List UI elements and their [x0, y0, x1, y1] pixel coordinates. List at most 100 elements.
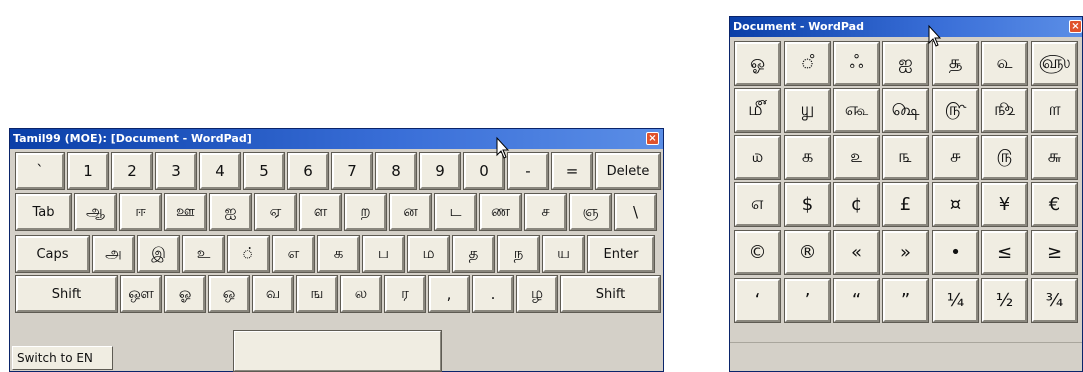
symbol-key-r4-c4[interactable]: •	[932, 230, 979, 275]
key-r0-c3[interactable]: 3	[155, 152, 197, 190]
symbol-key-r1-c2[interactable]: ௷	[833, 88, 880, 133]
palette-title-bar[interactable]: Document - WordPad	[730, 17, 1082, 37]
symbol-key-r1-c4[interactable]: ௹	[932, 88, 979, 133]
key-r0-c7[interactable]: 7	[331, 152, 373, 190]
key-r0-c12[interactable]: =	[551, 152, 593, 190]
key-r3-c3[interactable]: ஒ	[208, 275, 250, 313]
symbol-key-r2-c2[interactable]: ௨	[833, 135, 880, 180]
key-r3-c7[interactable]: ர	[384, 275, 426, 313]
delete-key[interactable]: Delete	[595, 152, 661, 190]
shift-key[interactable]: Shift	[560, 275, 661, 313]
key-r1-c10[interactable]: ண	[479, 193, 522, 231]
symbol-key-r1-c3[interactable]: ௸	[882, 88, 929, 133]
space-key[interactable]	[233, 330, 442, 372]
key-r3-c9[interactable]: .	[472, 275, 514, 313]
key-r1-c7[interactable]: ற	[344, 193, 387, 231]
symbol-key-r0-c5[interactable]: ௳	[981, 41, 1028, 86]
key-r0-c1[interactable]: 1	[67, 152, 109, 190]
symbol-key-r4-c5[interactable]: ≤	[981, 230, 1028, 275]
symbol-key-r4-c6[interactable]: ≥	[1031, 230, 1078, 275]
switch-to-en-button[interactable]: Switch to EN	[12, 346, 113, 370]
symbol-key-r3-c2[interactable]: ¢	[833, 182, 880, 227]
key-r0-c4[interactable]: 4	[199, 152, 241, 190]
symbol-key-r0-c6[interactable]: ௵	[1031, 41, 1078, 86]
symbol-key-r2-c6[interactable]: ௬	[1031, 135, 1078, 180]
mouse-pointer-icon	[496, 136, 510, 159]
key-r0-c8[interactable]: 8	[375, 152, 417, 190]
symbol-key-r5-c1[interactable]: ’	[784, 278, 831, 323]
key-r0-c5[interactable]: 5	[243, 152, 285, 190]
key-r0-c11[interactable]: -	[507, 152, 549, 190]
symbol-key-r4-c0[interactable]: ©	[734, 230, 781, 275]
symbol-key-r2-c1[interactable]: ௧	[784, 135, 831, 180]
symbol-key-r5-c4[interactable]: ¼	[932, 278, 979, 323]
key-r1-c8[interactable]: ன	[389, 193, 432, 231]
symbol-key-r3-c1[interactable]: $	[784, 182, 831, 227]
symbol-key-r1-c0[interactable]: ௴	[734, 88, 781, 133]
symbol-key-r4-c2[interactable]: «	[833, 230, 880, 275]
key-r3-c6[interactable]: ல	[340, 275, 382, 313]
key-r2-c4[interactable]: ்	[227, 235, 270, 273]
key-r2-c11[interactable]: ய	[542, 235, 585, 273]
close-icon[interactable]: ×	[646, 132, 659, 145]
symbol-key-r4-c3[interactable]: »	[882, 230, 929, 275]
key-r3-c4[interactable]: வ	[252, 275, 294, 313]
key-r1-c3[interactable]: ஊ	[164, 193, 207, 231]
symbol-key-r2-c3[interactable]: ௩	[882, 135, 929, 180]
key-r0-c9[interactable]: 9	[419, 152, 461, 190]
symbol-key-r0-c1[interactable]: ஂ	[784, 41, 831, 86]
key-r2-c5[interactable]: எ	[272, 235, 315, 273]
key-r1-c5[interactable]: ஏ	[254, 193, 297, 231]
key-r0-c2[interactable]: 2	[111, 152, 153, 190]
symbol-key-r3-c0[interactable]: ௭	[734, 182, 781, 227]
key-r3-c5[interactable]: ங	[296, 275, 338, 313]
key-r2-c2[interactable]: இ	[137, 235, 180, 273]
key-r1-c2[interactable]: ஈ	[119, 193, 162, 231]
key-r0-c6[interactable]: 6	[287, 152, 329, 190]
key-r1-c9[interactable]: ட	[434, 193, 477, 231]
symbol-key-r1-c1[interactable]: ௶	[784, 88, 831, 133]
key-r1-c13[interactable]: \	[614, 193, 657, 231]
symbol-key-r5-c6[interactable]: ¾	[1031, 278, 1078, 323]
symbol-key-r5-c5[interactable]: ½	[981, 278, 1028, 323]
keyboard-title-bar[interactable]: Tamil99 (MOE): [Document - WordPad]	[10, 129, 663, 149]
symbol-key-r5-c3[interactable]: ”	[882, 278, 929, 323]
symbol-key-r3-c3[interactable]: £	[882, 182, 929, 227]
symbol-key-r4-c1[interactable]: ®	[784, 230, 831, 275]
key-r1-c1[interactable]: ஆ	[74, 193, 117, 231]
symbol-key-r1-c6[interactable]: ௱	[1031, 88, 1078, 133]
key-r3-c1[interactable]: ஔ	[120, 275, 162, 313]
symbol-key-r2-c0[interactable]: ௰	[734, 135, 781, 180]
symbol-key-r3-c5[interactable]: ¥	[981, 182, 1028, 227]
symbol-key-r0-c2[interactable]: ஃ	[833, 41, 880, 86]
symbol-key-r2-c4[interactable]: ௪	[932, 135, 979, 180]
key-r2-c1[interactable]: அ	[92, 235, 135, 273]
key-r3-c2[interactable]: ஓ	[164, 275, 206, 313]
key-r2-c7[interactable]: ப	[362, 235, 405, 273]
key-r1-c12[interactable]: ஞ	[569, 193, 612, 231]
key-r3-c10[interactable]: ழ	[516, 275, 558, 313]
caps-lock-key[interactable]: Caps	[15, 235, 90, 273]
close-icon[interactable]: ×	[1069, 20, 1082, 33]
key-r1-c4[interactable]: ஐ	[209, 193, 252, 231]
enter-key[interactable]: Enter	[587, 235, 655, 273]
symbol-key-r5-c2[interactable]: “	[833, 278, 880, 323]
key-r2-c8[interactable]: ம	[407, 235, 450, 273]
key-r0-c0[interactable]: `	[15, 152, 65, 190]
symbol-key-r2-c5[interactable]: ௫	[981, 135, 1028, 180]
key-r2-c10[interactable]: ந	[497, 235, 540, 273]
tab-key[interactable]: Tab	[15, 193, 72, 231]
key-r2-c6[interactable]: க	[317, 235, 360, 273]
shift-key[interactable]: Shift	[15, 275, 118, 313]
key-r2-c3[interactable]: உ	[182, 235, 225, 273]
key-r1-c11[interactable]: ச	[524, 193, 567, 231]
key-r1-c6[interactable]: ள	[299, 193, 342, 231]
symbol-key-r0-c3[interactable]: ஐ	[882, 41, 929, 86]
symbol-key-r0-c0[interactable]: ஓ	[734, 41, 781, 86]
key-r3-c8[interactable]: ,	[428, 275, 470, 313]
symbol-key-r3-c6[interactable]: €	[1031, 182, 1078, 227]
symbol-key-r1-c5[interactable]: ௺	[981, 88, 1028, 133]
key-r2-c9[interactable]: த	[452, 235, 495, 273]
symbol-key-r5-c0[interactable]: ‘	[734, 278, 781, 323]
symbol-key-r3-c4[interactable]: ¤	[932, 182, 979, 227]
